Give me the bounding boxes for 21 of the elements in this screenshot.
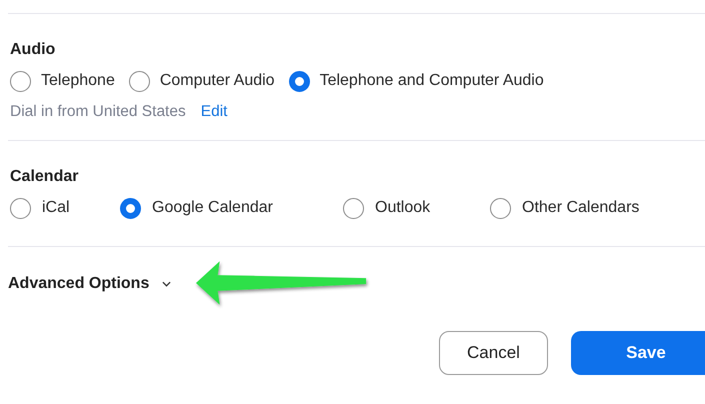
radio-button[interactable]	[128, 70, 150, 92]
advanced-options-toggle[interactable]: Advanced Options	[8, 275, 172, 293]
radio-button[interactable]	[10, 70, 31, 92]
option-label[interactable]: Telephone	[41, 72, 115, 90]
option-label[interactable]: Computer Audio	[160, 72, 275, 90]
radio-button[interactable]	[343, 198, 364, 218]
section-heading: Audio	[10, 40, 56, 60]
option-label[interactable]: Outlook	[375, 199, 430, 217]
option-label[interactable]: Telephone and Computer Audio	[320, 72, 544, 90]
cancel-button[interactable]: Cancel	[439, 331, 548, 375]
save-button[interactable]: Save	[571, 331, 705, 375]
option-label[interactable]: Other Calendars	[522, 199, 640, 217]
radio-button[interactable]	[120, 198, 141, 218]
radio-button[interactable]	[10, 198, 31, 218]
option-label[interactable]: iCal	[42, 199, 70, 217]
radio-button[interactable]	[288, 70, 310, 92]
edit-link[interactable]: Edit	[200, 102, 228, 122]
radio-button[interactable]	[490, 198, 511, 218]
dial-in-text: Dial in from United States	[10, 102, 186, 122]
section-heading: Calendar	[10, 167, 80, 187]
option-label[interactable]: Google Calendar	[152, 199, 273, 217]
